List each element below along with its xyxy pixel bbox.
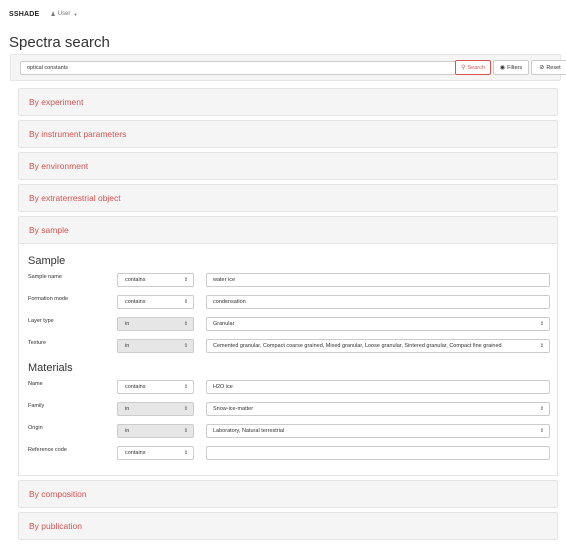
input-value: Laboratory, Natural terrestrial (213, 428, 285, 434)
select-arrows-icon: ⇕ (183, 450, 188, 456)
operator-value: in (125, 343, 130, 349)
panel-by-experiment[interactable]: By experiment (18, 88, 558, 116)
operator-value: contains (125, 277, 146, 283)
origin-operator-select[interactable]: in ⇕ (117, 424, 194, 438)
input-value: Snow-ice-matter (213, 406, 254, 412)
select-arrows-icon: ⇕ (539, 406, 544, 412)
operator-value: in (125, 428, 130, 434)
select-arrows-icon: ⇕ (183, 406, 188, 412)
panel-by-extraterrestrial-object[interactable]: By extraterrestrial object (18, 184, 558, 212)
field-label: Layer type (28, 318, 54, 324)
formation-mode-operator-select[interactable]: contains ⇕ (117, 295, 194, 309)
select-arrows-icon: ⇕ (539, 428, 544, 434)
layer-type-operator-select[interactable]: in ⇕ (117, 317, 194, 331)
panel-by-publication[interactable]: By publication (18, 512, 558, 540)
field-label: Reference code (28, 447, 67, 453)
operator-value: in (125, 321, 130, 327)
select-arrows-icon: ⇕ (183, 277, 188, 283)
select-arrows-icon: ⇕ (183, 428, 188, 434)
filters-button-label: Filters (507, 64, 523, 71)
navbar: SSHADE ♟ User ▼ (0, 0, 566, 28)
search-button-label: Search (467, 64, 485, 71)
field-label: Texture (28, 340, 47, 346)
select-arrows-icon: ⇕ (183, 299, 188, 305)
family-select[interactable]: Snow-ice-matter ⇕ (206, 402, 550, 416)
texture-select[interactable]: Cemented granular, Compact coarse graine… (206, 339, 550, 353)
panel-title: By publication (29, 521, 82, 531)
layer-type-select[interactable]: Granular ⇕ (206, 317, 550, 331)
search-button[interactable]: ⚲ Search (455, 60, 491, 75)
select-arrows-icon: ⇕ (183, 384, 188, 390)
filters-button[interactable]: ◉ Filters (493, 60, 529, 75)
materials-section-title: Materials (28, 362, 73, 374)
operator-value: in (125, 406, 130, 412)
panel-by-composition[interactable]: By composition (18, 480, 558, 508)
field-label: Formation mode (28, 296, 69, 302)
formation-mode-input[interactable]: condensation (206, 295, 550, 309)
sample-name-input[interactable]: water ice (206, 273, 550, 287)
family-operator-select[interactable]: in ⇕ (117, 402, 194, 416)
input-value: H2O ice (213, 384, 233, 390)
reference-code-operator-select[interactable]: contains ⇕ (117, 446, 194, 460)
select-arrows-icon: ⇕ (539, 343, 544, 349)
search-icon: ⚲ (461, 64, 466, 71)
select-arrows-icon: ⇕ (183, 343, 188, 349)
search-bar: ⚲ Search ◉ Filters ⊘ Reset (10, 54, 566, 81)
texture-operator-select[interactable]: in ⇕ (117, 339, 194, 353)
panel-by-instrument-parameters[interactable]: By instrument parameters (18, 120, 558, 148)
panel-title: By experiment (29, 97, 84, 107)
field-label: Origin (28, 425, 43, 431)
panel-by-sample[interactable]: By sample (18, 216, 558, 244)
input-value: condensation (213, 299, 246, 305)
sample-section-title: Sample (28, 255, 66, 267)
panel-title: By sample (29, 225, 69, 235)
reset-button[interactable]: ⊘ Reset (531, 60, 566, 75)
material-name-operator-select[interactable]: contains ⇕ (117, 380, 194, 394)
user-menu-label: User (57, 11, 71, 17)
panel-title: By composition (29, 489, 87, 499)
reference-code-input[interactable] (206, 446, 550, 460)
origin-select[interactable]: Laboratory, Natural terrestrial ⇕ (206, 424, 550, 438)
select-arrows-icon: ⇕ (183, 321, 188, 327)
search-input[interactable] (20, 61, 464, 75)
page-title: Spectra search (9, 34, 110, 51)
panel-title: By extraterrestrial object (29, 193, 121, 203)
operator-value: contains (125, 384, 146, 390)
input-value: Cemented granular, Compact coarse graine… (213, 343, 502, 349)
field-label: Name (28, 381, 43, 387)
panel-by-environment[interactable]: By environment (18, 152, 558, 180)
caret-down-icon: ▼ (73, 11, 78, 17)
operator-value: contains (125, 299, 146, 305)
input-value: water ice (213, 277, 236, 283)
material-name-input[interactable]: H2O ice (206, 380, 550, 394)
reset-icon: ⊘ (539, 64, 545, 71)
field-label: Sample name (28, 274, 62, 280)
brand-logo[interactable]: SSHADE (9, 11, 39, 18)
user-menu[interactable]: ♟ User ▼ (50, 11, 77, 18)
field-label: Family (28, 403, 45, 409)
user-icon: ♟ (50, 11, 56, 18)
panel-title: By environment (29, 161, 89, 171)
panel-title: By instrument parameters (29, 129, 127, 139)
sample-name-operator-select[interactable]: contains ⇕ (117, 273, 194, 287)
operator-value: contains (125, 450, 146, 456)
input-value: Granular (213, 321, 235, 327)
reset-button-label: Reset (546, 64, 561, 71)
toggle-icon: ◉ (499, 64, 506, 71)
select-arrows-icon: ⇕ (539, 321, 544, 327)
